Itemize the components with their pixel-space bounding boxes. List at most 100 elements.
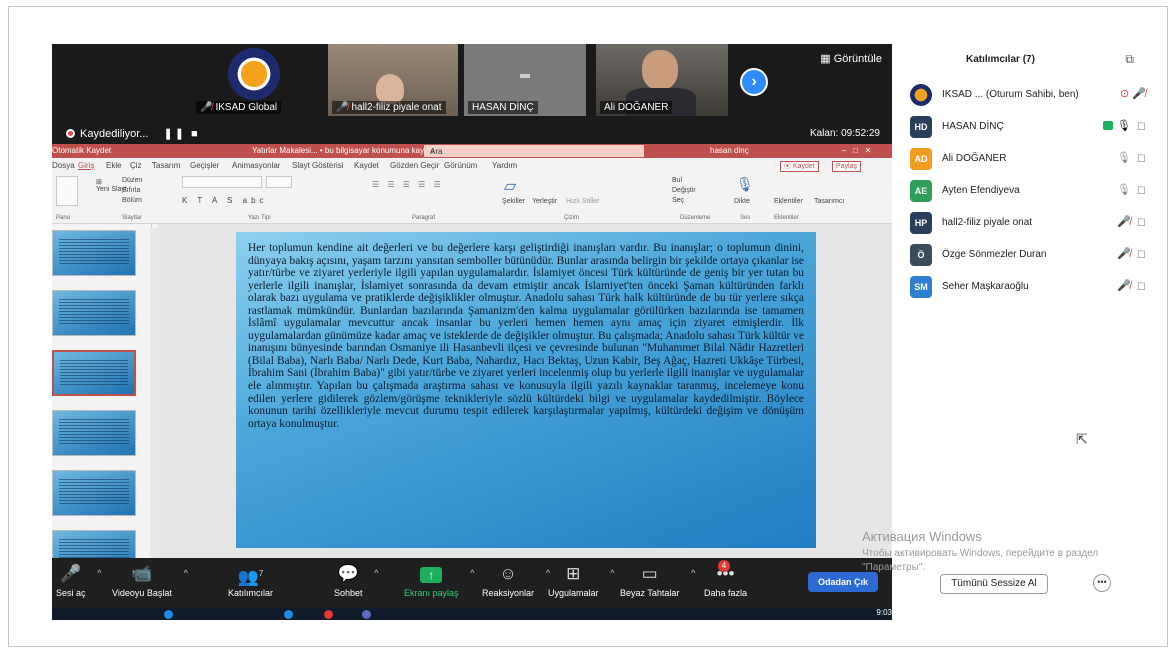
group-label-eklentiler: Eklentiler xyxy=(774,215,799,221)
camera-icon: ◻ xyxy=(1136,120,1146,132)
shapes-icon[interactable]: ▱ xyxy=(504,176,516,196)
mute-all-button[interactable]: Tümünü Sessize Al xyxy=(940,574,1048,594)
taskbar-app-icon[interactable] xyxy=(362,610,371,619)
chevron-up-icon[interactable]: ^ xyxy=(610,568,614,578)
more-options-button[interactable]: ••• xyxy=(1093,574,1111,592)
tile-name: HASAN DİNÇ xyxy=(468,101,538,114)
paragraph-buttons[interactable]: ☰ ☰ ☰ ☰ ☰ xyxy=(372,180,444,189)
chat-button[interactable]: 💬 Sohbet ^ xyxy=(334,562,379,598)
slide-thumbnail[interactable] xyxy=(52,410,136,456)
video-tile-iksad[interactable]: 🎤̸ IKSAD Global xyxy=(192,44,316,116)
share-screen-button[interactable]: ↑ Ekranı paylaş ^ xyxy=(404,562,475,598)
tab-slayt-gosterisi[interactable]: Slayt Gösterisi xyxy=(292,161,344,170)
participant-row[interactable]: IKSAD ... (Oturum Sahibi, ben) ⊙ 🎤̸ xyxy=(908,80,1148,108)
chevron-up-icon[interactable]: ^ xyxy=(184,568,188,578)
participant-status: 🎙 ◻ xyxy=(1102,119,1146,132)
select-button[interactable]: Seç xyxy=(672,196,696,206)
quick-styles-button[interactable]: Hızlı Stiller xyxy=(566,198,599,205)
tab-gorunum[interactable]: Görünüm xyxy=(444,161,477,170)
tab-gecisler[interactable]: Geçişler xyxy=(190,161,219,170)
video-tile-hasan[interactable]: HASAN DİNÇ xyxy=(464,44,586,116)
font-family-select[interactable] xyxy=(182,176,262,188)
tab-tasarim[interactable]: Tasarım xyxy=(152,161,180,170)
tab-dosya[interactable]: Dosya xyxy=(52,161,75,170)
participant-row[interactable]: AE Ayten Efendiyeva 🎙 ◻ xyxy=(908,176,1148,204)
tab-giris[interactable]: Giriş xyxy=(78,161,94,170)
video-tile-ali[interactable]: Ali DOĞANER xyxy=(596,44,728,116)
chevron-up-icon[interactable]: ^ xyxy=(470,568,474,578)
chat-icon: 💬 xyxy=(337,564,359,583)
ppt-share-button[interactable]: Paylaş xyxy=(832,161,862,172)
leave-meeting-button[interactable]: Odadan Çık xyxy=(807,572,878,592)
tab-ekle[interactable]: Ekle xyxy=(106,161,122,170)
start-video-button[interactable]: 📹 Videoyu Başlat ^ xyxy=(112,562,188,598)
slide-thumbnail-selected[interactable] xyxy=(52,350,136,396)
next-page-button[interactable]: › xyxy=(740,68,768,96)
camera-icon: ◻ xyxy=(1136,216,1146,228)
participant-row[interactable]: HP hall2-filiz piyale onat 🎤̸ ◻ xyxy=(908,208,1148,236)
chevron-up-icon[interactable]: ^ xyxy=(97,568,101,578)
dictate-button[interactable]: Dikte xyxy=(734,198,750,205)
view-button[interactable]: ▦ Görüntüle xyxy=(820,52,882,65)
font-format-buttons[interactable]: K T A S abc xyxy=(182,196,268,205)
participant-status: 🎙 ◻ xyxy=(1117,151,1146,164)
ppt-record-button[interactable]: ⦿ Kaydet xyxy=(780,161,819,172)
group-label-yazi-tipi: Yazı Tipi xyxy=(248,215,271,221)
unmute-button[interactable]: 🎤 Sesi aç ^ xyxy=(56,562,102,598)
taskbar-app-icon[interactable] xyxy=(164,610,173,619)
taskbar-app-icon[interactable] xyxy=(284,610,293,619)
window-controls[interactable]: – □ ✕ xyxy=(842,146,871,155)
current-slide[interactable]: Her toplumun kendine ait değerleri ve bu… xyxy=(236,232,816,548)
arrange-button[interactable]: Yerleştir xyxy=(532,198,557,205)
video-strip: 🎤̸ IKSAD Global 🎤̸ hall2-filiz piyale onat… xyxy=(52,44,892,118)
mouse-cursor-icon: ⇱ xyxy=(1076,431,1088,447)
replace-button[interactable]: Değiştir xyxy=(672,186,696,196)
group-label-paragraf: Paragraf xyxy=(412,215,436,221)
participant-row[interactable]: Ö Özge Sönmezler Duran 🎤̸ ◻ xyxy=(908,240,1148,268)
reactions-button[interactable]: ☺ Reaksiyonlar ^ xyxy=(482,562,550,598)
tile-name: Ali DOĞANER xyxy=(600,101,673,114)
participant-row[interactable]: SM Seher Maşkaraoğlu 🎤̸ ◻ xyxy=(908,272,1148,300)
designer-button[interactable]: Tasarımcı xyxy=(814,198,844,205)
camera-icon: ◻ xyxy=(1136,248,1146,260)
reset-button[interactable]: Sıfırla xyxy=(122,186,142,196)
recording-controls[interactable]: ❚❚ ■ xyxy=(164,128,200,140)
slide-body-text[interactable]: Her toplumun kendine ait değerleri ve bu… xyxy=(248,242,804,430)
participant-row[interactable]: HD HASAN DİNÇ 🎙 ◻ xyxy=(908,112,1148,140)
tab-gozden-gecir[interactable]: Gözden Geçir xyxy=(390,161,439,170)
ppt-search-box[interactable]: ⌕ Ara xyxy=(424,145,644,157)
video-tile-filiz[interactable]: 🎤̸ hall2-filiz piyale onat xyxy=(328,44,458,116)
whiteboards-button[interactable]: ▭ Beyaz Tahtalar ^ xyxy=(620,562,695,598)
mic-muted-icon: 🎤̸ xyxy=(200,102,213,113)
participant-row[interactable]: AD Ali DOĞANER 🎙 ◻ xyxy=(908,144,1148,172)
slide-thumbnail[interactable] xyxy=(52,290,136,336)
tab-animasyonlar[interactable]: Animasyonlar xyxy=(232,161,280,170)
popout-icon[interactable]: ⧉ xyxy=(1125,52,1134,67)
apps-button[interactable]: ⊞ Uygulamalar ^ xyxy=(548,562,615,598)
person-silhouette xyxy=(376,74,404,104)
more-button[interactable]: ••• 4 Daha fazla xyxy=(704,560,747,598)
tab-kaydet[interactable]: Kaydet xyxy=(354,161,379,170)
participants-button[interactable]: 👥7 Katılımcılar xyxy=(228,562,273,598)
shapes-button[interactable]: Şekiller xyxy=(502,198,525,205)
avatar xyxy=(910,84,932,106)
editing-group: Bul Değiştir Seç xyxy=(672,176,696,206)
chevron-up-icon[interactable]: ^ xyxy=(691,568,695,578)
layout-button[interactable]: Düzen xyxy=(122,176,142,186)
addins-button[interactable]: Eklentiler xyxy=(774,198,803,205)
avatar: Ö xyxy=(910,244,932,266)
section-button[interactable]: Bölüm xyxy=(122,196,142,206)
slide-thumbnail[interactable] xyxy=(52,470,136,516)
taskbar-clock: 9:03 xyxy=(876,608,892,617)
microphone-icon: 🎙 xyxy=(736,176,754,192)
tab-ciz[interactable]: Çiz xyxy=(130,161,142,170)
chevron-up-icon[interactable]: ^ xyxy=(374,568,378,578)
autosave-label[interactable]: Otomatik Kaydet xyxy=(52,146,111,155)
font-size-select[interactable] xyxy=(266,176,292,188)
meeting-main-area: 🎤̸ IKSAD Global 🎤̸ hall2-filiz piyale onat… xyxy=(52,44,892,620)
find-button[interactable]: Bul xyxy=(672,176,696,186)
slide-thumbnail[interactable] xyxy=(52,230,136,276)
tab-yardim[interactable]: Yardım xyxy=(492,161,517,170)
taskbar-app-icon[interactable] xyxy=(324,610,333,619)
paste-button[interactable] xyxy=(56,176,78,206)
